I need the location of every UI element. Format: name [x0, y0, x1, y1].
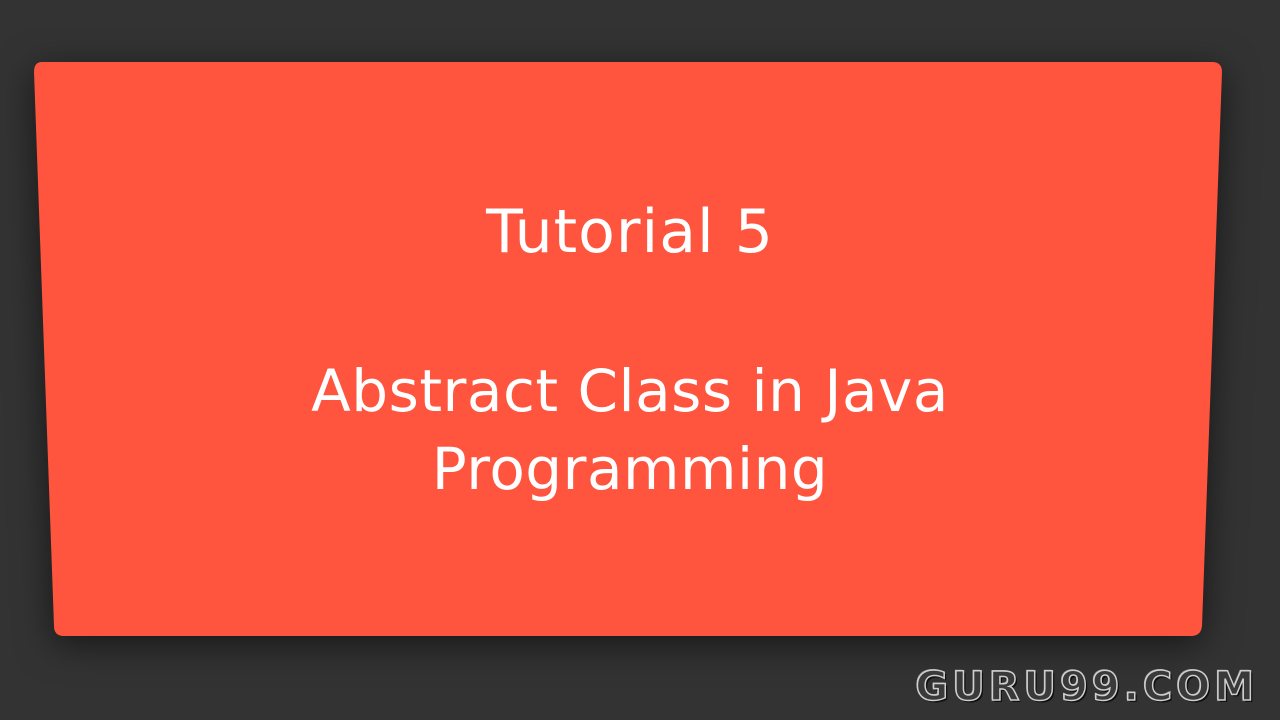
- tutorial-title: Abstract Class in Java Programming: [40, 352, 1220, 508]
- tutorial-title-line-1: Abstract Class in Java: [311, 357, 949, 425]
- tutorial-title-line-2: Programming: [431, 435, 829, 503]
- site-watermark: GURU99.COM: [915, 663, 1258, 711]
- tutorial-heading: Tutorial 5: [486, 197, 774, 267]
